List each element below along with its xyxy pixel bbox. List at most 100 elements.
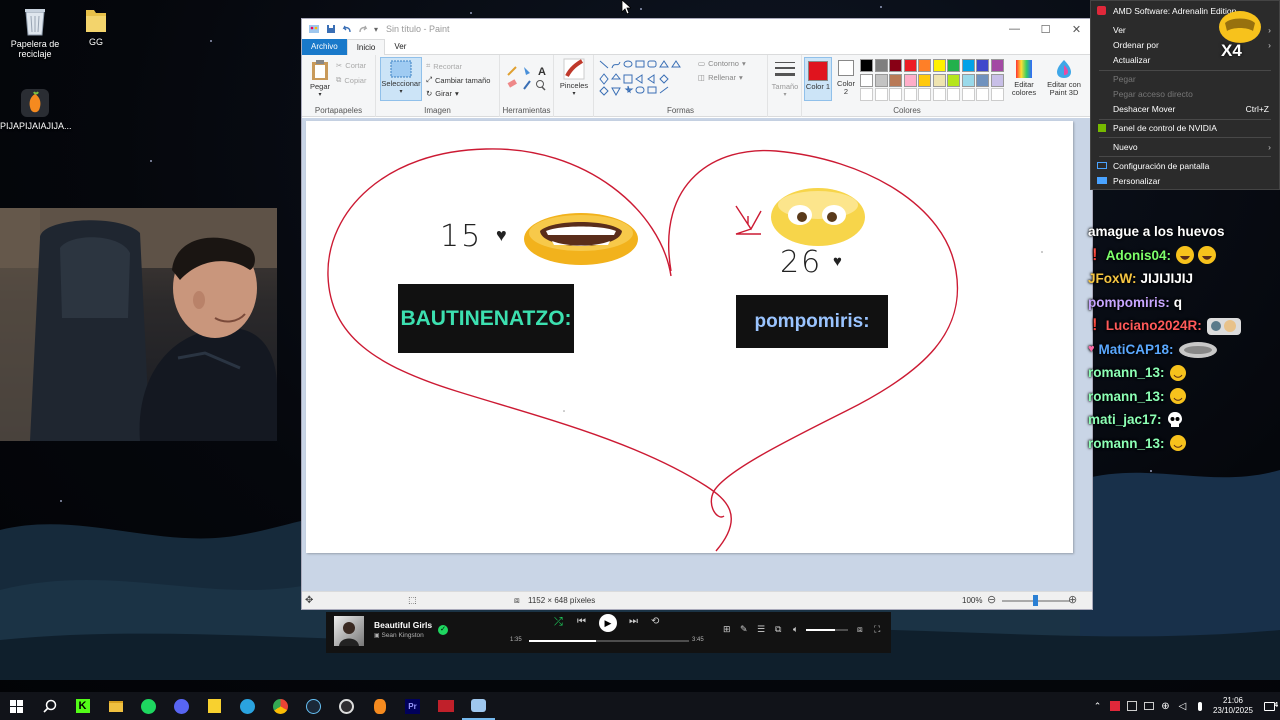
taskbar-fl[interactable] [363,692,396,720]
tray-app-1[interactable] [1106,692,1123,720]
taskbar-kick[interactable]: K [66,692,99,720]
tray-volume[interactable]: ◁ [1174,692,1191,720]
taskbar-telegram[interactable] [231,692,264,720]
maximize-button[interactable]: ☐ [1030,23,1061,36]
custom-color-slot[interactable] [860,88,873,101]
outline-button[interactable]: ▭ Contorno ▾ [698,59,746,68]
palette-swatch[interactable] [990,59,1004,72]
copy-button[interactable]: ⧉ Copiar [336,75,366,85]
custom-color-slot[interactable] [947,88,960,101]
color2-button[interactable]: Color 2 [834,60,858,96]
close-button[interactable]: ✕ [1061,23,1092,36]
taskbar-steam[interactable] [297,692,330,720]
palette-swatch[interactable] [932,59,946,72]
tray-mic[interactable] [1191,692,1208,720]
track-artist[interactable]: ▣ Sean Kingston [374,632,424,639]
drawing-canvas[interactable]: 15 ♥ 26 ♥ BAUTINENATZO: pompomiris: [306,121,1073,553]
palette-swatch[interactable] [918,59,931,72]
notification-center-button[interactable]: 4 [1258,692,1280,720]
taskbar-paint[interactable] [462,692,495,720]
save-icon[interactable] [326,24,336,34]
custom-color-slot[interactable] [889,88,902,101]
palette-swatch[interactable] [860,59,873,72]
palette-swatch[interactable] [918,73,931,87]
ctx-item-pegar[interactable]: Pegar [1091,71,1279,87]
palette-swatch[interactable] [889,73,902,87]
taskbar-video[interactable] [429,692,462,720]
size-button[interactable]: Tamaño ▾ [770,59,800,99]
repeat-icon[interactable]: ⟲ [651,616,659,627]
palette-swatch[interactable] [889,59,902,72]
volume-slider[interactable] [806,629,848,631]
palette-swatch[interactable] [903,73,917,87]
custom-color-slot[interactable] [932,88,946,101]
custom-color-slot[interactable] [918,88,931,101]
show-hidden-icons[interactable]: ⌃ [1089,692,1106,720]
taskbar-notes[interactable] [198,692,231,720]
taskbar-spotify[interactable] [132,692,165,720]
desktop-icon-gg-folder[interactable]: GG [61,6,131,47]
lyrics-icon[interactable]: ✎ [740,624,748,635]
palette-swatch[interactable] [860,73,873,87]
ctx-item-nvidia[interactable]: Panel de control de NVIDIA [1091,120,1279,136]
progress-bar[interactable] [529,640,689,642]
play-button[interactable]: ▶ [599,614,617,632]
taskbar-clock[interactable]: 21:06 23/10/2025 [1208,696,1258,716]
palette-swatch[interactable] [961,73,975,87]
paste-button[interactable]: Pegar ▾ [306,59,334,99]
redo-icon[interactable] [358,24,368,34]
zoom-in-button[interactable]: ⊕ [1068,593,1077,606]
shuffle-icon[interactable]: ⤮ [554,616,563,629]
miniplayer-icon[interactable]: ⧈ [857,624,863,635]
palette-swatch[interactable] [976,59,989,72]
palette-swatch[interactable] [947,59,960,72]
customize-qa-icon[interactable]: ▾ [374,25,378,34]
tab-ver[interactable]: Ver [385,39,415,55]
palette-swatch[interactable] [903,59,917,72]
search-button[interactable] [33,692,66,720]
palette-swatch[interactable] [976,73,989,87]
resize-button[interactable]: ⤢ Cambiar tamaño [426,75,490,85]
previous-icon[interactable]: ⏮ [577,616,586,627]
ctx-item-personalizar[interactable]: Personalizar [1091,173,1279,189]
fullscreen-icon[interactable]: ⛶ [874,624,880,635]
palette-swatch[interactable] [874,59,888,72]
ctx-item-deshacer[interactable]: Deshacer Mover Ctrl+Z [1091,101,1279,117]
crop-button[interactable]: ⌗ Recortar [426,61,462,71]
tab-inicio[interactable]: Inicio [346,38,386,55]
taskbar-premiere[interactable]: Pr [396,692,429,720]
custom-color-slot[interactable] [976,88,989,101]
shapes-gallery[interactable] [598,59,698,99]
zoom-out-button[interactable]: ⊖ [987,593,996,606]
volume-icon[interactable]: 🔈︎ [793,624,798,635]
tray-network[interactable]: ⊕ [1157,692,1174,720]
custom-color-slot[interactable] [874,88,888,101]
palette-swatch[interactable] [947,73,960,87]
zoom-slider-thumb[interactable] [1033,595,1038,606]
add-icon[interactable]: ⊞ [723,624,731,635]
cut-button[interactable]: ✂ Cortar [336,61,366,70]
tray-app-2[interactable] [1123,692,1140,720]
devices-icon[interactable]: ⧉ [775,624,781,635]
color1-button[interactable]: Color 1 [804,57,832,101]
custom-color-slot[interactable] [990,88,1004,101]
custom-color-slot[interactable] [903,88,917,101]
desktop-icon-recycle-bin[interactable]: Papelera de reciclaje [0,6,70,59]
ctx-item-nuevo[interactable]: Nuevo › [1091,139,1279,155]
custom-color-slot[interactable] [961,88,975,101]
palette-swatch[interactable] [874,73,888,87]
edit-colors-button[interactable]: Editar colores [1009,59,1039,97]
brushes-button[interactable]: Pinceles ▾ [556,58,592,98]
taskbar-obs[interactable] [330,692,363,720]
next-icon[interactable]: ⏭ [629,616,638,627]
fill-button[interactable]: ◫ Rellenar ▾ [698,73,743,82]
queue-icon[interactable]: ☰ [757,624,765,635]
liked-check-icon[interactable]: ✓ [438,625,448,635]
zoom-slider[interactable] [1002,595,1070,606]
rotate-button[interactable]: ↻ Girar ▾ [426,89,459,98]
minimize-button[interactable]: — [999,23,1030,36]
palette-swatch[interactable] [961,59,975,72]
ctx-item-pegar-acceso[interactable]: Pegar acceso directo [1091,86,1279,102]
palette-swatch[interactable] [990,73,1004,87]
tray-app-3[interactable] [1140,692,1157,720]
